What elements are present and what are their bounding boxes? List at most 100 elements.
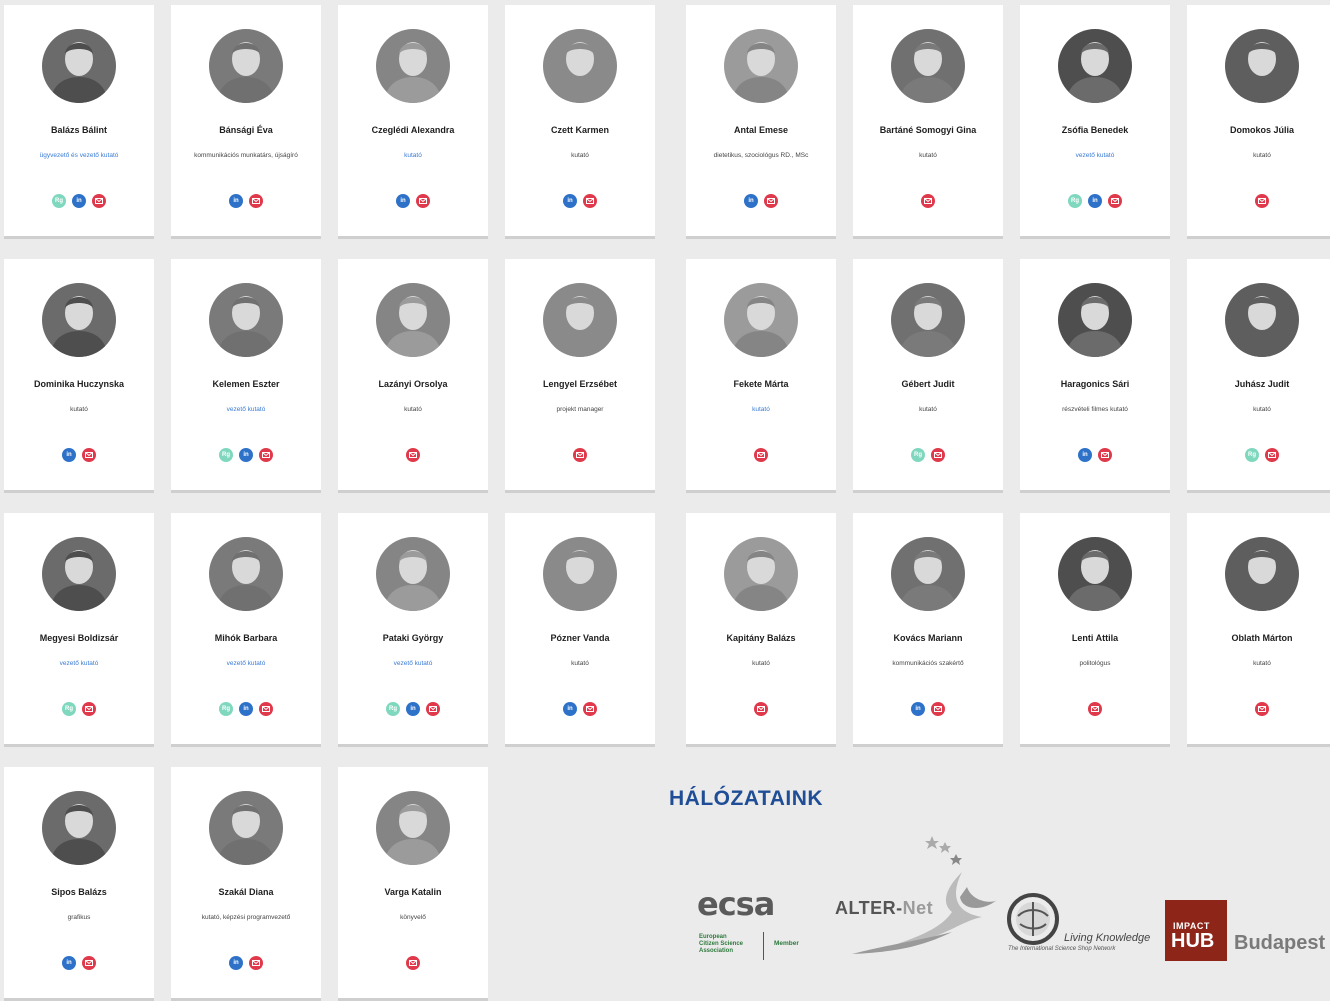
member-social-links: in [505, 194, 655, 208]
linkedin-icon[interactable]: in [239, 448, 253, 462]
email-icon[interactable] [1255, 702, 1269, 716]
linkedin-icon[interactable]: in [62, 956, 76, 970]
linkedin-icon[interactable]: in [229, 956, 243, 970]
member-role[interactable]: ügyvezető és vezető kutató [6, 152, 152, 159]
team-member-card: Czeglédi Alexandra kutató in [338, 5, 488, 239]
researchgate-icon[interactable]: Rg [1068, 194, 1082, 208]
email-icon[interactable] [82, 702, 96, 716]
email-icon[interactable] [764, 194, 778, 208]
linkedin-icon[interactable]: in [1088, 194, 1102, 208]
email-icon[interactable] [931, 702, 945, 716]
hub-text: HUB [1171, 930, 1215, 952]
member-name: Bánsági Éva [219, 125, 273, 135]
researchgate-icon[interactable]: Rg [911, 448, 925, 462]
member-role: kommunikációs munkatárs, újságíró [194, 152, 298, 159]
email-icon[interactable] [406, 956, 420, 970]
email-icon[interactable] [754, 702, 768, 716]
member-role: kutató [919, 152, 937, 159]
member-social-links [686, 702, 836, 716]
linkedin-icon[interactable]: in [563, 702, 577, 716]
email-icon[interactable] [931, 448, 945, 462]
researchgate-icon[interactable]: Rg [219, 448, 233, 462]
team-member-card: Lazányi Orsolya kutató [338, 259, 488, 493]
ecsa-line3: Association [699, 948, 734, 954]
email-icon[interactable] [416, 194, 430, 208]
member-role[interactable]: kutató [340, 152, 486, 159]
email-icon[interactable] [249, 194, 263, 208]
member-role[interactable]: vezető kutató [173, 660, 319, 667]
linkedin-icon[interactable]: in [744, 194, 758, 208]
avatar [376, 791, 450, 865]
team-member-card: Sipos Balázs grafikus in [4, 767, 154, 1001]
email-icon[interactable] [92, 194, 106, 208]
email-icon[interactable] [573, 448, 587, 462]
alternet-logo[interactable]: ALTER-Net [832, 832, 1002, 962]
linkedin-icon[interactable]: in [72, 194, 86, 208]
researchgate-icon[interactable]: Rg [1245, 448, 1259, 462]
team-member-card: Oblath Márton kutató [1187, 513, 1330, 747]
email-icon[interactable] [82, 956, 96, 970]
linkedin-icon[interactable]: in [239, 702, 253, 716]
member-name: Kelemen Eszter [212, 379, 280, 389]
researchgate-icon[interactable]: Rg [386, 702, 400, 716]
team-member-card: Kapitány Balázs kutató [686, 513, 836, 747]
linkedin-icon[interactable]: in [62, 448, 76, 462]
member-role[interactable]: vezető kutató [340, 660, 486, 667]
team-grid: Balázs Bálint ügyvezető és vezető kutató R… [0, 0, 1330, 1001]
email-icon[interactable] [921, 194, 935, 208]
email-icon[interactable] [1098, 448, 1112, 462]
email-icon[interactable] [583, 702, 597, 716]
email-icon[interactable] [754, 448, 768, 462]
member-role[interactable]: vezető kutató [6, 660, 152, 667]
member-social-links [338, 448, 488, 462]
linkedin-icon[interactable]: in [229, 194, 243, 208]
linkedin-icon[interactable]: in [1078, 448, 1092, 462]
member-social-links [853, 194, 1003, 208]
living-knowledge-title: Living Knowledge [1064, 932, 1151, 944]
member-social-links [1187, 194, 1330, 208]
researchgate-icon[interactable]: Rg [52, 194, 66, 208]
member-name: Szakál Diana [218, 887, 274, 897]
member-social-links: in [505, 702, 655, 716]
ecsa-logo[interactable]: ecsa European Citizen Science Associatio… [697, 888, 807, 964]
living-knowledge-logo[interactable]: Living Knowledge The International Scien… [1006, 892, 1161, 954]
member-role[interactable]: kutató [688, 406, 834, 413]
member-name: Antal Emese [733, 125, 789, 135]
member-role[interactable]: vezető kutató [173, 406, 319, 413]
researchgate-icon[interactable]: Rg [62, 702, 76, 716]
globe-icon [1007, 893, 1059, 945]
email-icon[interactable] [1265, 448, 1279, 462]
avatar [209, 537, 283, 611]
member-name: Kapitány Balázs [726, 633, 796, 643]
avatar [1058, 283, 1132, 357]
email-icon[interactable] [259, 448, 273, 462]
team-member-card: Varga Katalin könyvelő [338, 767, 488, 1001]
email-icon[interactable] [1108, 194, 1122, 208]
impact-hub-logo[interactable]: IMPACT HUB Budapest [1165, 900, 1330, 962]
member-role: kutató [404, 406, 422, 413]
email-icon[interactable] [82, 448, 96, 462]
email-icon[interactable] [249, 956, 263, 970]
team-member-card: Czett Karmen kutató in [505, 5, 655, 239]
member-name: Bartáné Somogyi Gina [879, 125, 977, 135]
member-name: Balázs Bálint [50, 125, 108, 135]
alternet-wordmark: ALTER-Net [835, 898, 934, 918]
linkedin-icon[interactable]: in [911, 702, 925, 716]
linkedin-icon[interactable]: in [406, 702, 420, 716]
avatar [376, 537, 450, 611]
researchgate-icon[interactable]: Rg [219, 702, 233, 716]
team-member-card: Haragonics Sári részvételi filmes kutató i… [1020, 259, 1170, 493]
team-member-card: Mihók Barbara vezető kutató Rg in [171, 513, 321, 747]
ecsa-wordmark: ecsa [697, 885, 775, 923]
member-name: Pataki György [382, 633, 444, 643]
email-icon[interactable] [406, 448, 420, 462]
email-icon[interactable] [583, 194, 597, 208]
linkedin-icon[interactable]: in [396, 194, 410, 208]
member-role[interactable]: vezető kutató [1022, 152, 1168, 159]
email-icon[interactable] [426, 702, 440, 716]
email-icon[interactable] [259, 702, 273, 716]
linkedin-icon[interactable]: in [563, 194, 577, 208]
email-icon[interactable] [1088, 702, 1102, 716]
email-icon[interactable] [1255, 194, 1269, 208]
member-name: Dominika Huczynska [33, 379, 125, 389]
